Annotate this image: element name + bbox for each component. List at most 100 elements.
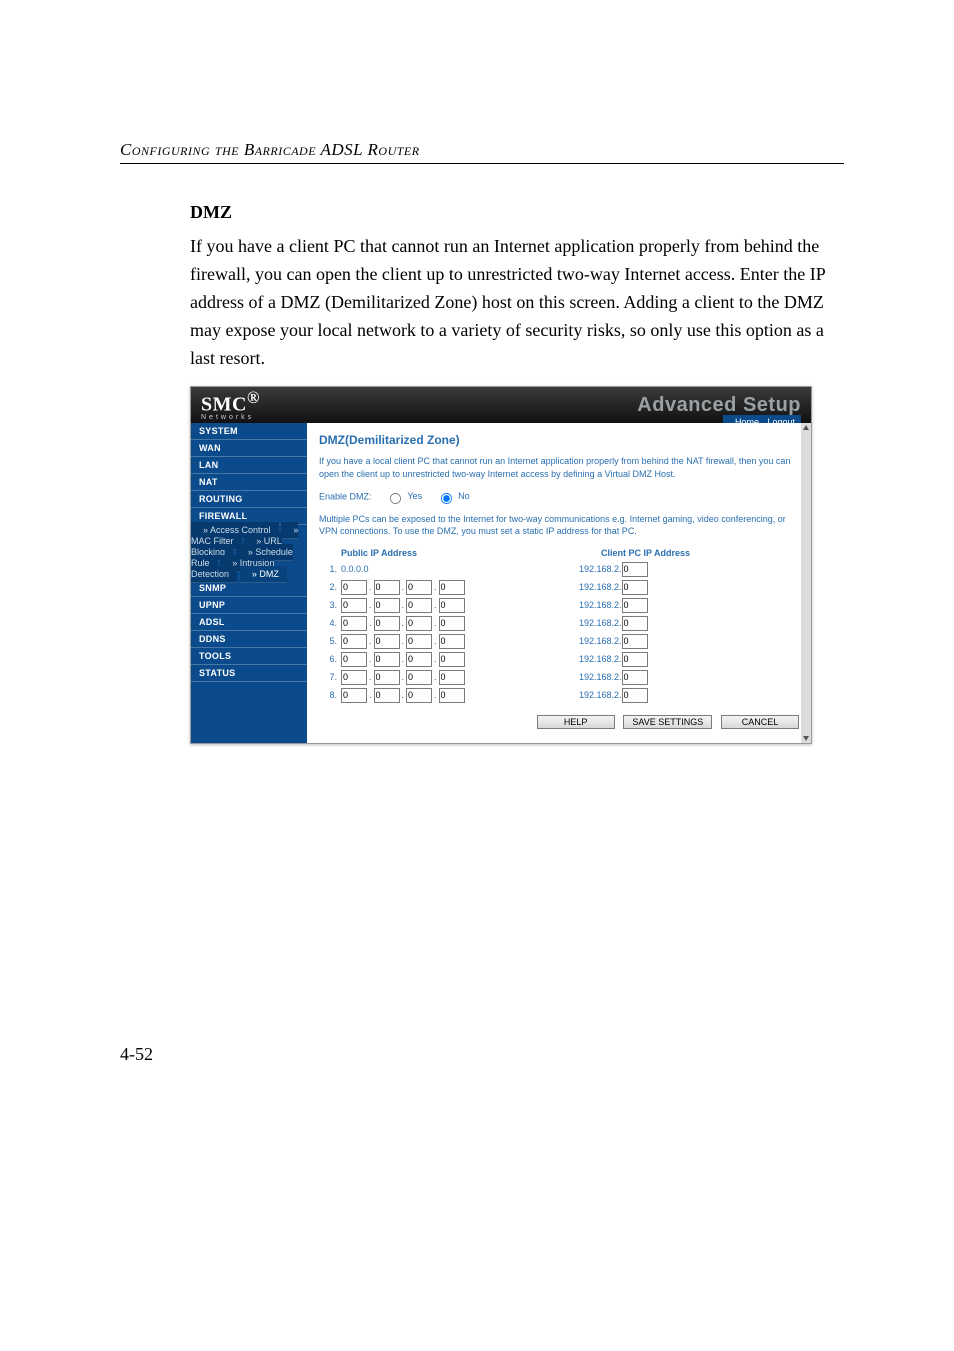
public-ip-octet[interactable]: [406, 688, 432, 703]
enable-dmz-yes-label[interactable]: Yes: [384, 491, 422, 501]
public-ip-octet[interactable]: [439, 634, 465, 649]
panel-title: DMZ(Demilitarized Zone): [319, 433, 799, 447]
section-title: DMZ: [190, 202, 844, 223]
client-ip-octet[interactable]: [622, 688, 648, 703]
smc-logo: SMC® Networks: [201, 390, 260, 422]
row-index: 3.: [319, 600, 341, 610]
public-ip-octet[interactable]: [374, 688, 400, 703]
client-ip-cell: 192.168.2.: [579, 580, 799, 595]
enable-dmz-yes-radio[interactable]: [390, 493, 401, 504]
row-index: 7.: [319, 672, 341, 682]
table-row: 6....192.168.2.: [319, 652, 799, 667]
row-index: 5.: [319, 636, 341, 646]
client-ip-cell: 192.168.2.: [579, 688, 799, 703]
public-ip-cell: ...: [341, 598, 579, 613]
public-ip-octet[interactable]: [406, 652, 432, 667]
sidebar-item-wan[interactable]: WAN: [191, 440, 307, 457]
public-ip-octet[interactable]: [406, 670, 432, 685]
enable-dmz-label: Enable DMZ:: [319, 491, 372, 501]
public-ip-octet[interactable]: [341, 580, 367, 595]
public-ip-octet[interactable]: [439, 688, 465, 703]
logo-reg: ®: [247, 388, 260, 407]
client-ip-octet[interactable]: [622, 670, 648, 685]
public-ip-octet[interactable]: [374, 598, 400, 613]
table-row: 4....192.168.2.: [319, 616, 799, 631]
client-ip-prefix: 192.168.2.: [579, 672, 622, 682]
public-ip-octet[interactable]: [374, 670, 400, 685]
router-screenshot: SMC® Networks Advanced Setup Home Logout…: [190, 386, 812, 743]
row-index: 1.: [319, 564, 341, 574]
client-ip-octet[interactable]: [622, 580, 648, 595]
public-ip-cell: ...: [341, 580, 579, 595]
sidebar-item-system[interactable]: SYSTEM: [191, 423, 307, 440]
sidebar-sub-dmz[interactable]: » DMZ: [240, 566, 287, 583]
table-header: Public IP Address Client PC IP Address: [319, 548, 799, 558]
public-ip-cell: ...: [341, 634, 579, 649]
public-ip-octet[interactable]: [341, 670, 367, 685]
public-ip-octet[interactable]: [439, 670, 465, 685]
row-index: 8.: [319, 690, 341, 700]
panel-desc: If you have a local client PC that canno…: [319, 455, 799, 480]
running-head-text: Configuring the Barricade ADSL Router: [120, 140, 420, 159]
public-ip-octet[interactable]: [439, 580, 465, 595]
public-ip-octet[interactable]: [341, 634, 367, 649]
public-ip-octet[interactable]: [439, 652, 465, 667]
public-ip-cell: ...: [341, 688, 579, 703]
public-ip-octet[interactable]: [439, 598, 465, 613]
client-ip-cell: 192.168.2.: [579, 562, 799, 577]
client-ip-octet[interactable]: [622, 598, 648, 613]
client-ip-octet[interactable]: [622, 616, 648, 631]
sidebar-item-tools[interactable]: TOOLS: [191, 648, 307, 665]
sidebar-item-adsl[interactable]: ADSL: [191, 614, 307, 631]
public-ip-octet[interactable]: [341, 616, 367, 631]
public-ip-octet[interactable]: [406, 634, 432, 649]
cancel-button[interactable]: CANCEL: [721, 715, 799, 729]
sidebar-item-nat[interactable]: NAT: [191, 474, 307, 491]
public-ip-octet[interactable]: [341, 598, 367, 613]
client-ip-octet[interactable]: [622, 634, 648, 649]
public-ip-octet[interactable]: [406, 616, 432, 631]
public-ip-octet[interactable]: [439, 616, 465, 631]
client-ip-octet[interactable]: [622, 562, 648, 577]
public-ip-octet[interactable]: [341, 688, 367, 703]
row-index: 6.: [319, 654, 341, 664]
public-ip-octet[interactable]: [406, 598, 432, 613]
client-ip-cell: 192.168.2.: [579, 634, 799, 649]
sidebar-item-status[interactable]: STATUS: [191, 665, 307, 682]
page-number: 4-52: [120, 1044, 844, 1065]
scrollbar[interactable]: [801, 423, 811, 742]
sidebar-item-snmp[interactable]: SNMP: [191, 580, 307, 597]
row-index: 4.: [319, 618, 341, 628]
public-ip-cell: ...: [341, 652, 579, 667]
logo-sub: Networks: [201, 414, 260, 421]
enable-dmz-no-radio[interactable]: [441, 493, 452, 504]
enable-dmz-no-label[interactable]: No: [435, 491, 470, 501]
public-ip-octet[interactable]: [374, 652, 400, 667]
client-ip-octet[interactable]: [622, 652, 648, 667]
save-settings-button[interactable]: SAVE SETTINGS: [623, 715, 712, 729]
product-name: Advanced Setup: [637, 394, 801, 417]
public-ip-octet[interactable]: [374, 634, 400, 649]
sidebar-item-ddns[interactable]: DDNS: [191, 631, 307, 648]
public-ip-octet[interactable]: [341, 652, 367, 667]
client-ip-prefix: 192.168.2.: [579, 564, 622, 574]
table-row: 7....192.168.2.: [319, 670, 799, 685]
public-ip-octet[interactable]: [374, 580, 400, 595]
public-ip-octet[interactable]: [406, 580, 432, 595]
client-ip-prefix: 192.168.2.: [579, 600, 622, 610]
table-row: 5....192.168.2.: [319, 634, 799, 649]
sidebar-item-lan[interactable]: LAN: [191, 457, 307, 474]
running-head: Configuring the Barricade ADSL Router: [120, 140, 844, 164]
help-button[interactable]: HELP: [537, 715, 615, 729]
button-row: HELP SAVE SETTINGS CANCEL: [319, 715, 799, 729]
client-ip-cell: 192.168.2.: [579, 670, 799, 685]
sidebar-item-routing[interactable]: ROUTING: [191, 491, 307, 508]
logo-main: SMC: [201, 393, 247, 415]
col-client-ip: Client PC IP Address: [601, 548, 799, 558]
public-ip-cell: ...: [341, 670, 579, 685]
public-ip-octet[interactable]: [374, 616, 400, 631]
client-ip-prefix: 192.168.2.: [579, 636, 622, 646]
sidebar-item-upnp[interactable]: UPnP: [191, 597, 307, 614]
row-index: 2.: [319, 582, 341, 592]
body-paragraph: If you have a client PC that cannot run …: [190, 233, 844, 372]
